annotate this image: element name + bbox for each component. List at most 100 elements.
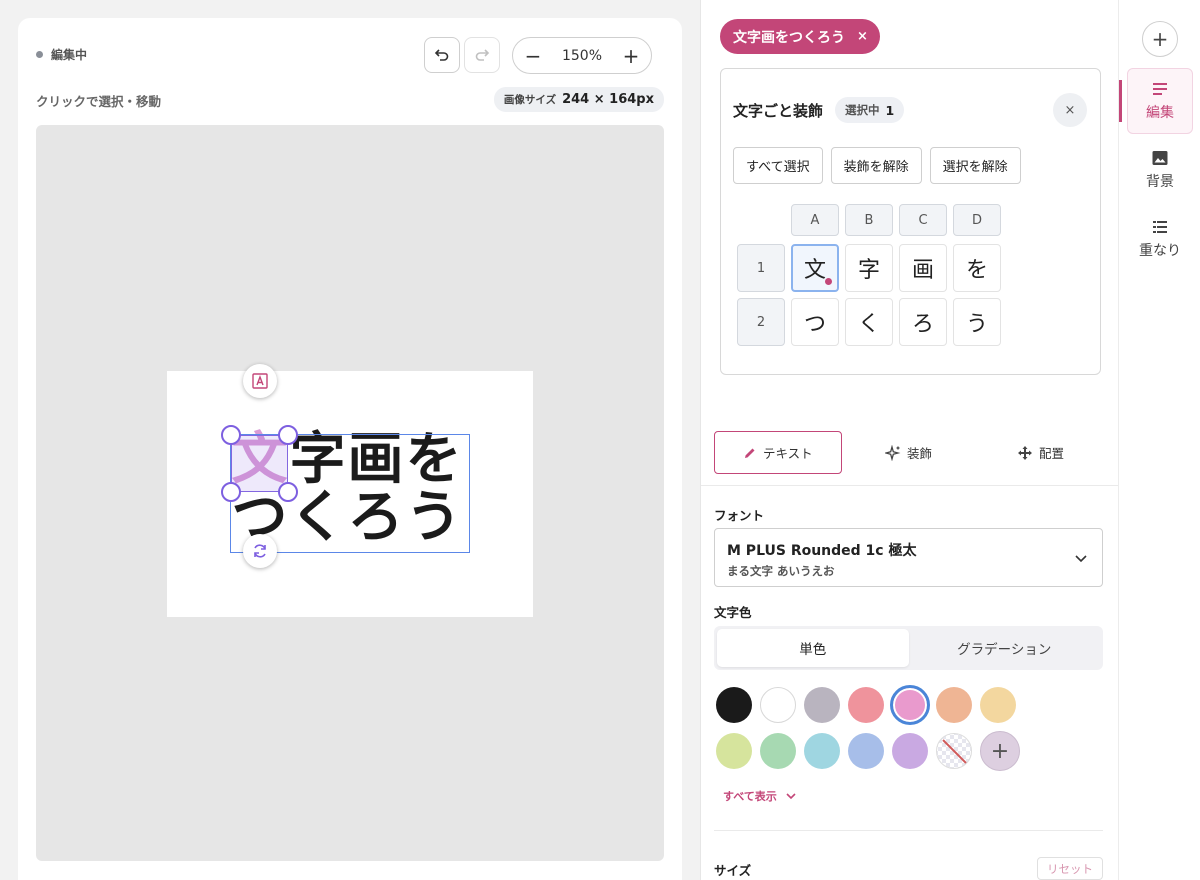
color-swatch-blue[interactable] <box>848 733 884 769</box>
size-reset-button[interactable]: リセット <box>1037 857 1103 880</box>
canvas-card: 編集中 − 150% + クリックで選択・移動 画像サイズ 244 × 164p… <box>18 18 682 880</box>
resize-handle-tr[interactable] <box>278 425 298 445</box>
rotate-button[interactable] <box>243 534 277 568</box>
color-mode-toggle: 単色 グラデーション <box>714 626 1103 670</box>
decoration-dot <box>825 278 832 285</box>
no-color-icon <box>942 739 968 765</box>
char-selection <box>231 435 288 492</box>
font-select[interactable]: M PLUS Rounded 1c 極太 まる文字 あいうえお <box>714 528 1103 587</box>
text-color-label: 文字色 <box>714 605 752 620</box>
zoom-control: − 150% + <box>512 37 652 74</box>
font-label: フォント <box>714 508 765 523</box>
char-cell[interactable]: 字 <box>845 244 893 292</box>
tab-text-label: テキスト <box>763 446 813 461</box>
clear-decoration-button[interactable]: 装飾を解除 <box>830 147 922 184</box>
rail-item-background[interactable]: 背景 <box>1127 137 1193 203</box>
image-size-label: 画像サイズ <box>503 94 557 106</box>
tabs-divider <box>701 485 1119 486</box>
side-rail: + 編集 背景 重なり <box>1118 0 1200 880</box>
rail-item-edit[interactable]: 編集 <box>1127 68 1193 134</box>
char-cell[interactable]: つ <box>791 298 839 346</box>
show-all-colors-link[interactable]: すべて表示 <box>723 788 797 804</box>
color-swatch-cyan[interactable] <box>804 733 840 769</box>
tab-layout-label: 配置 <box>1039 446 1065 461</box>
font-name: M PLUS Rounded 1c 極太 <box>727 543 917 559</box>
sparkle-icon <box>885 444 901 461</box>
char-cell[interactable]: く <box>845 298 893 346</box>
project-chip[interactable]: 文字画をつくろう × <box>720 19 880 54</box>
undo-button[interactable] <box>424 37 460 73</box>
color-swatch-orange[interactable] <box>936 687 972 723</box>
rail-item-label: 背景 <box>1146 174 1174 190</box>
redo-button[interactable] <box>464 37 500 73</box>
rail-item-label: 重なり <box>1139 243 1181 259</box>
char-cell-active[interactable]: 文 <box>791 244 839 292</box>
close-icon[interactable]: × <box>857 29 868 44</box>
rotate-icon <box>254 544 266 558</box>
color-swatch-white[interactable] <box>760 687 796 723</box>
layers-icon <box>1153 221 1167 233</box>
rail-item-label: 編集 <box>1146 105 1174 121</box>
color-swatch-pink-selected[interactable] <box>890 685 930 725</box>
color-swatch-black[interactable] <box>716 687 752 723</box>
canvas-stage[interactable]: 文 字 画 を つ く ろ う <box>36 125 664 861</box>
badge-count: 1 <box>885 102 895 118</box>
panel-tabs: テキスト 装飾 配置 <box>714 431 1104 474</box>
artboard[interactable]: 文 字 画 を つ く ろ う <box>167 364 533 617</box>
row-header[interactable]: 1 <box>737 244 785 292</box>
gradient-option[interactable]: グラデーション <box>909 629 1101 667</box>
resize-handle-bl[interactable] <box>221 482 241 502</box>
char-cell[interactable]: 画 <box>899 244 947 292</box>
color-swatch-transparent[interactable] <box>936 733 972 769</box>
tab-decoration[interactable]: 装飾 <box>885 431 932 474</box>
image-icon <box>1152 151 1168 165</box>
resize-handle-tl[interactable] <box>221 425 241 445</box>
char-cell[interactable]: う <box>953 298 1001 346</box>
tab-layout[interactable]: 配置 <box>1017 431 1064 474</box>
rail-active-indicator <box>1119 80 1122 122</box>
size-label: サイズ <box>714 863 752 878</box>
add-color-button[interactable]: + <box>980 731 1020 771</box>
col-header[interactable]: B <box>845 204 893 236</box>
select-all-button[interactable]: すべて選択 <box>733 147 823 184</box>
color-swatch-purple[interactable] <box>892 733 928 769</box>
char-decoration-card: 文字ごと装飾 選択中 1 × すべて選択 装飾を解除 選択を解除 A B C D… <box>720 68 1101 375</box>
zoom-in-button[interactable]: + <box>621 46 641 66</box>
color-swatch-yellow[interactable] <box>980 687 1016 723</box>
zoom-out-button[interactable]: − <box>523 46 543 66</box>
font-sample: まる文字 あいうえお <box>727 564 835 578</box>
pencil-icon <box>745 448 755 458</box>
deco-close-button[interactable]: × <box>1053 93 1087 127</box>
color-swatch-green[interactable] <box>760 733 796 769</box>
deco-title: 文字ごと装飾 <box>733 102 824 120</box>
text-frame-icon <box>252 373 268 389</box>
rail-item-layers[interactable]: 重なり <box>1127 206 1193 272</box>
status-dot <box>36 51 43 58</box>
deco-actions: すべて選択 装飾を解除 選択を解除 <box>733 147 1021 184</box>
canvas-hint: クリックで選択・移動 <box>36 94 162 109</box>
char-cell[interactable]: を <box>953 244 1001 292</box>
move-icon <box>1018 445 1032 460</box>
solid-color-option[interactable]: 単色 <box>717 629 909 667</box>
color-swatch-gray[interactable] <box>804 687 840 723</box>
char-cell[interactable]: ろ <box>899 298 947 346</box>
char-style-button[interactable] <box>243 364 277 398</box>
resize-handle-br[interactable] <box>278 482 298 502</box>
col-header[interactable]: A <box>791 204 839 236</box>
edit-status: 編集中 <box>36 46 87 63</box>
col-header[interactable]: C <box>899 204 947 236</box>
color-swatch-lime[interactable] <box>716 733 752 769</box>
col-header[interactable]: D <box>953 204 1001 236</box>
deselect-button[interactable]: 選択を解除 <box>929 147 1021 184</box>
image-size-value: 244 × 164px <box>562 92 654 107</box>
add-button[interactable]: + <box>1142 21 1178 57</box>
edit-icon <box>1153 83 1167 95</box>
status-label: 編集中 <box>51 48 88 62</box>
chevron-down-icon <box>1075 555 1087 563</box>
close-icon: × <box>1064 102 1076 118</box>
color-swatch-red[interactable] <box>848 687 884 723</box>
selected-count-badge: 選択中 1 <box>835 97 905 123</box>
tab-text[interactable]: テキスト <box>714 431 842 474</box>
plus-icon: + <box>990 738 1010 764</box>
row-header[interactable]: 2 <box>737 298 785 346</box>
